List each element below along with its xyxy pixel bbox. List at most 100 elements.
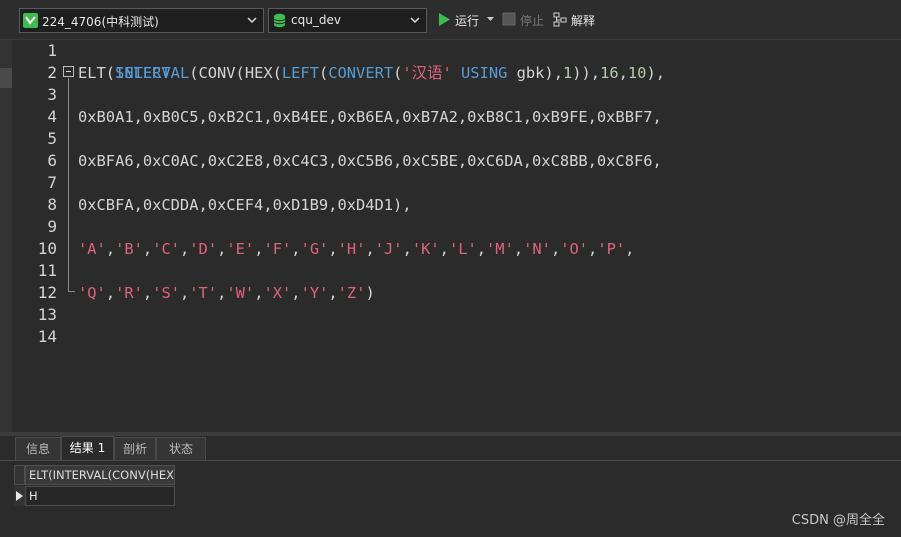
fold-guide [68,78,69,292]
code-token: , [142,284,153,302]
code-line-1: SELECT [78,40,171,82]
current-line-marker [0,68,12,88]
code-token: , [328,240,338,258]
code-token: , [402,240,412,258]
tab-divider [0,460,901,461]
code-token: , [142,240,153,258]
play-icon [439,13,450,26]
connection-icon [23,13,38,28]
sql-string: 'B' [115,240,143,258]
chevron-down-icon[interactable] [247,16,257,24]
sql-keyword: INTERVAL [115,64,190,82]
stop-label: 停止 [520,14,545,28]
fold-guide-end [68,291,75,292]
grid-column-header[interactable]: ELT(INTERVAL(CONV(HEX( [25,465,175,485]
code-token: 0xBFA6,0xC0AC,0xC2E8,0xC4C3,0xC5B6,0xC5B… [78,152,662,170]
code-token: ), [646,64,665,82]
line-number: 8 [47,195,57,214]
sql-string: 'N' [523,240,551,258]
sql-number: 10 [627,64,647,82]
sql-string: 'H' [337,240,366,258]
sql-string: 'K' [411,240,440,258]
explain-label: 解释 [571,14,596,28]
toolbar: 224_4706(中科测试) cqu_dev 运行 停止 解释 [0,0,901,40]
code-token: 0xB0A1,0xB0C5,0xB2C1,0xB4EE,0xB6EA,0xB7A… [78,108,662,126]
explain-icon [553,12,567,27]
sql-string: 'A' [78,240,106,258]
sql-keyword: LEFT [281,64,319,82]
sql-string: 'C' [152,240,180,258]
line-number: 10 [37,239,57,258]
tab-result-1[interactable]: 结果 1 [61,436,114,460]
code-line-8: 0xCBFA,0xCDDA,0xCEF4,0xD1B9,0xD4D1), [78,194,412,216]
current-row-icon [16,491,23,501]
run-dropdown-icon[interactable] [487,17,494,22]
sql-string: '汉语' [402,64,452,82]
grid-corner[interactable] [14,465,25,485]
line-number: 14 [37,327,57,346]
code-token: , [328,284,338,302]
line-number: 4 [47,107,57,126]
code-token: , [588,240,598,258]
sql-string: 'Z' [337,284,366,302]
code-token: ( [393,64,403,82]
code-token: , [513,240,524,258]
sql-editor[interactable]: 1 2 3 4 5 6 7 8 9 10 11 12 13 14 SELECT … [0,40,901,432]
connection-select[interactable]: 224_4706(中科测试) [19,8,264,33]
result-panel: 信息 结果 1 剖析 状态 ELT(INTERVAL(CONV(HEX( H C… [0,436,901,537]
code-token: ELT( [78,64,116,82]
code-token: , [217,240,227,258]
code-token: , [439,240,449,258]
sql-string: 'X' [263,284,292,302]
sql-string: 'L' [448,240,477,258]
sql-string: 'J' [374,240,403,258]
line-number: 6 [47,151,57,170]
line-number: 3 [47,85,57,104]
sql-string: 'E' [226,240,255,258]
line-number: 13 [37,305,57,324]
code-token: 0xCBFA,0xCDDA,0xCEF4,0xD1B9,0xD4D1), [78,196,412,214]
stop-button[interactable]: 停止 [502,11,550,31]
sql-string: 'M' [486,240,514,258]
tab-info[interactable]: 信息 [15,437,61,460]
run-button[interactable]: 运行 [437,11,497,31]
database-value: cqu_dev [291,13,341,27]
sql-number: 1 [562,64,573,82]
line-number: 9 [47,217,57,236]
code-token: ( [318,64,329,82]
tab-status[interactable]: 状态 [156,437,206,460]
sql-keyword: USING [461,64,508,82]
sql-string: 'G' [300,240,329,258]
database-select[interactable]: cqu_dev [268,8,427,33]
line-number: 7 [47,173,57,192]
sql-string: 'Y' [300,284,329,302]
code-token: , [291,240,301,258]
code-token: ) [365,284,375,302]
line-number-gutter: 1 2 3 4 5 6 7 8 9 10 11 12 13 14 [12,40,60,432]
sql-string: 'S' [152,284,180,302]
chevron-down-icon[interactable] [410,16,420,24]
code-token: , [105,284,116,302]
sql-string: 'Q' [78,284,106,302]
stop-icon [502,12,516,26]
code-line-12: 'Q','R','S','T','W','X','Y','Z') [78,282,375,304]
watermark: CSDN @周全全 [791,513,885,528]
grid-cell[interactable]: H [25,486,175,506]
run-label: 运行 [455,14,480,28]
sql-string: 'T' [189,284,218,302]
line-number: 2 [47,63,57,82]
line-number: 11 [37,261,57,280]
fold-toggle-icon[interactable] [63,66,74,77]
code-line-2: ELT(INTERVAL(CONV(HEX(LEFT(CONVERT('汉语' … [78,62,665,84]
line-number: 5 [47,129,57,148]
sql-string: 'R' [115,284,143,302]
explain-button[interactable]: 解释 [553,11,605,31]
line-number: 12 [37,283,57,302]
sql-string: 'D' [189,240,218,258]
tab-profile[interactable]: 剖析 [114,437,156,460]
code-token: , [365,240,375,258]
code-token: , [625,240,635,258]
grid-row-indicator[interactable] [14,486,25,506]
code-token: , [105,240,116,258]
